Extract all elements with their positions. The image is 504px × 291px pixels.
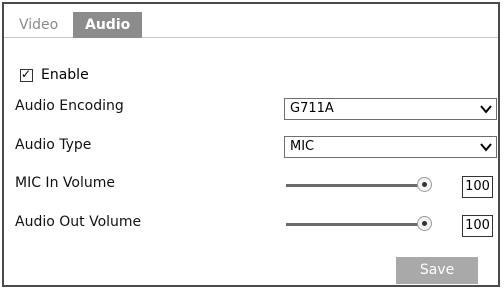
audio-out-volume-label: Audio Out Volume xyxy=(15,214,142,230)
audio-encoding-value: G711A xyxy=(290,101,334,116)
save-button[interactable]: Save xyxy=(396,257,478,284)
audio-type-label: Audio Type xyxy=(15,137,92,153)
audio-out-volume-value[interactable]: 100 xyxy=(462,215,493,237)
audio-type-value: MIC xyxy=(290,139,315,154)
audio-out-volume-slider[interactable] xyxy=(286,214,434,234)
slider-thumb[interactable] xyxy=(417,216,432,231)
slider-track xyxy=(286,223,426,226)
tab-video[interactable]: Video xyxy=(9,12,68,38)
chevron-down-icon xyxy=(480,143,492,152)
slider-track xyxy=(286,184,426,187)
chevron-down-icon xyxy=(480,105,492,114)
tab-bar: Video Audio xyxy=(4,4,498,38)
audio-encoding-label: Audio Encoding xyxy=(15,98,124,114)
enable-toggle[interactable]: ✓ Enable xyxy=(20,66,89,84)
slider-thumb[interactable] xyxy=(417,177,432,192)
mic-in-volume-value[interactable]: 100 xyxy=(462,176,493,198)
enable-checkbox[interactable]: ✓ xyxy=(20,66,33,82)
enable-label: Enable xyxy=(41,67,89,83)
audio-type-select[interactable]: MIC xyxy=(284,136,497,158)
audio-encoding-select[interactable]: G711A xyxy=(284,98,497,120)
mic-in-volume-slider[interactable] xyxy=(286,175,434,195)
tab-audio[interactable]: Audio xyxy=(73,12,143,38)
audio-settings-panel: Video Audio ✓ Enable Audio Encoding G711… xyxy=(2,2,500,287)
mic-in-volume-label: MIC In Volume xyxy=(15,175,115,191)
checkmark-icon: ✓ xyxy=(21,66,32,81)
